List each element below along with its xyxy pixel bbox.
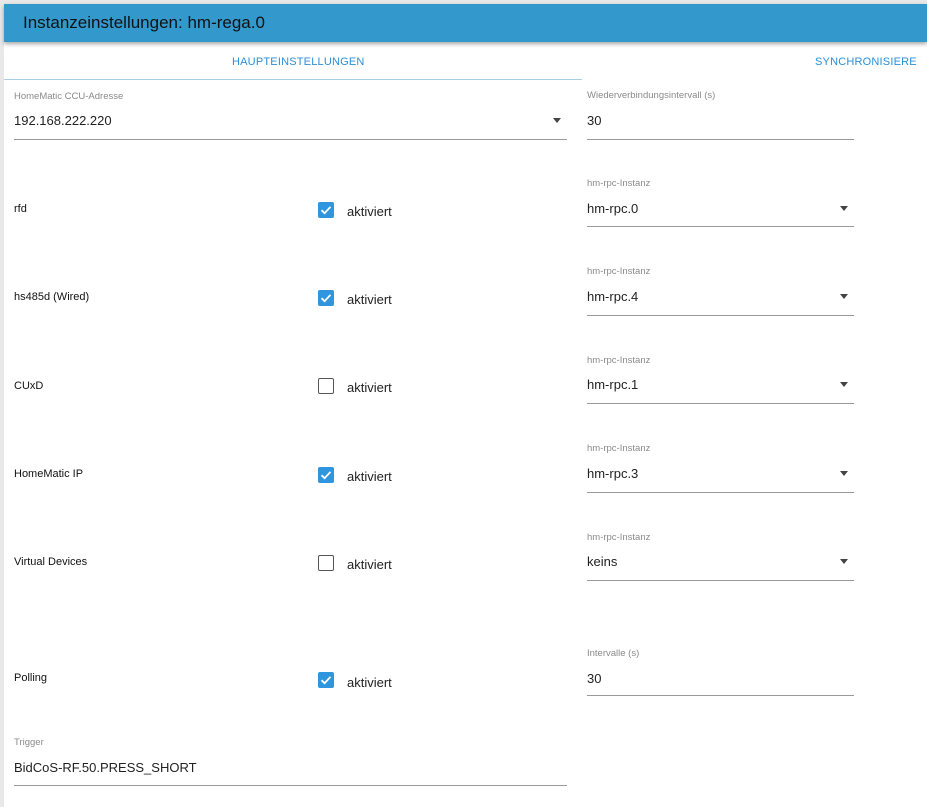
title-bar: Instanzeinstellungen: hm-rega.0 [4, 4, 927, 42]
cuxd-checkbox-label[interactable]: aktiviert [347, 380, 392, 395]
virtual-devices-checkbox[interactable] [318, 555, 334, 571]
cuxd-instance-underline [587, 403, 854, 404]
rfd-checkbox-label[interactable]: aktiviert [347, 204, 392, 219]
reconnect-interval-label: Wiederverbindungsintervall (s) [587, 90, 716, 101]
hs485d-instance-underline [587, 315, 854, 316]
active-tab-indicator [4, 79, 582, 80]
virtual-devices-checkbox-label[interactable]: aktiviert [347, 557, 392, 572]
ccu-address-value[interactable]: 192.168.222.220 [14, 113, 112, 128]
checkmark-icon [320, 206, 332, 215]
tab-synchronisiere[interactable]: SYNCHRONISIERE [815, 56, 917, 68]
ccu-address-label: HomeMatic CCU-Adresse [14, 91, 124, 102]
polling-interval-label: Intervalle (s) [587, 648, 640, 659]
cuxd-instance-label: hm-rpc-Instanz [587, 355, 651, 366]
polling-checkbox-label[interactable]: aktiviert [347, 675, 392, 690]
homematic-ip-checkbox-label[interactable]: aktiviert [347, 469, 392, 484]
dialog-title: Instanzeinstellungen: hm-rega.0 [23, 13, 265, 32]
tab-haupteinstellungen[interactable]: HAUPTEINSTELLUNGEN [232, 56, 365, 68]
rfd-checkbox[interactable] [318, 202, 334, 218]
trigger-input[interactable]: BidCoS-RF.50.PRESS_SHORT [14, 760, 197, 775]
reconnect-interval-underline [587, 139, 854, 140]
homematic-ip-dropdown-icon[interactable] [840, 471, 848, 476]
polling-interval-input[interactable]: 30 [587, 671, 601, 686]
polling-checkbox[interactable] [318, 672, 334, 688]
homematic-ip-instance-select[interactable]: hm-rpc.3 [587, 466, 638, 481]
row-label-cuxd: CUxD [14, 380, 44, 392]
hs485d-checkbox-label[interactable]: aktiviert [347, 292, 392, 307]
hs485d-checkbox[interactable] [318, 290, 334, 306]
hs485d-dropdown-icon[interactable] [840, 294, 848, 299]
row-label-polling: Polling [14, 672, 48, 684]
trigger-underline [14, 785, 567, 786]
cuxd-checkbox[interactable] [318, 378, 334, 394]
cuxd-dropdown-icon[interactable] [840, 382, 848, 387]
checkmark-icon [320, 471, 332, 480]
virtual-devices-dropdown-icon[interactable] [840, 559, 848, 564]
homematic-ip-checkbox[interactable] [318, 467, 334, 483]
virtual-devices-instance-select[interactable]: keins [587, 554, 617, 569]
row-label-homematic-ip: HomeMatic IP [14, 468, 84, 480]
checkmark-icon [320, 294, 332, 303]
ccu-address-underline [14, 139, 567, 140]
checkmark-icon [320, 676, 332, 685]
row-label-virtual-devices: Virtual Devices [14, 556, 88, 568]
rfd-instance-underline [587, 226, 854, 227]
rfd-instance-select[interactable]: hm-rpc.0 [587, 201, 638, 216]
virtual-devices-instance-label: hm-rpc-Instanz [587, 532, 651, 543]
polling-interval-underline [587, 695, 854, 696]
virtual-devices-instance-underline [587, 580, 854, 581]
homematic-ip-instance-underline [587, 492, 854, 493]
rfd-dropdown-icon[interactable] [840, 206, 848, 211]
trigger-label: Trigger [14, 737, 44, 748]
hs485d-instance-select[interactable]: hm-rpc.4 [587, 289, 638, 304]
ccu-address-dropdown-icon[interactable] [553, 118, 561, 123]
hs485d-instance-label: hm-rpc-Instanz [587, 266, 651, 277]
row-label-hs485d: hs485d (Wired) [14, 291, 90, 303]
reconnect-interval-input[interactable]: 30 [587, 113, 601, 128]
cuxd-instance-select[interactable]: hm-rpc.1 [587, 377, 638, 392]
homematic-ip-instance-label: hm-rpc-Instanz [587, 443, 651, 454]
rfd-instance-label: hm-rpc-Instanz [587, 178, 651, 189]
settings-panel [4, 4, 927, 807]
row-label-rfd: rfd [14, 203, 27, 215]
